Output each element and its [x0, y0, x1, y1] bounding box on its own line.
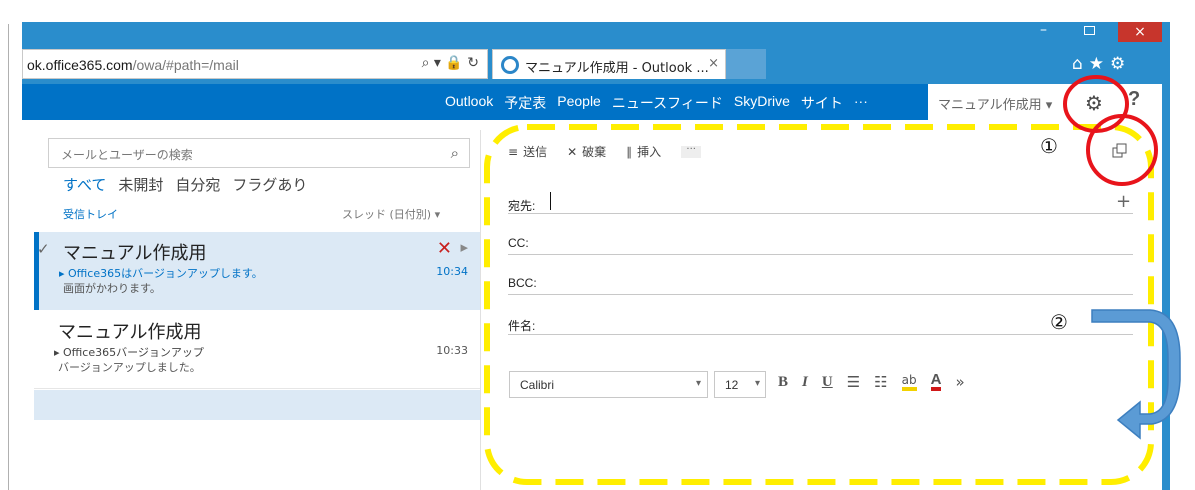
paperclip-icon: ∥	[626, 144, 633, 159]
mail-sender: マニュアル作成用	[63, 243, 207, 264]
to-label: 宛先:	[508, 199, 536, 213]
underline-button[interactable]: U	[822, 374, 833, 391]
insert-button[interactable]: ∥ 挿入	[626, 143, 661, 160]
settings-area	[1064, 84, 1162, 120]
annotation-marker-2: ②	[1050, 310, 1068, 334]
ie-icon	[501, 56, 519, 74]
filter-all[interactable]: すべて	[63, 174, 106, 195]
mail-preview: 画面がかわります。	[63, 282, 161, 295]
chevron-down-icon: ▾	[695, 378, 701, 389]
discard-label: 破棄	[582, 145, 607, 159]
font-select[interactable]: Calibri ▾	[509, 371, 708, 398]
subject-label: 件名:	[508, 319, 536, 333]
to-field[interactable]	[508, 213, 1133, 214]
numbering-icon[interactable]: ☷	[874, 373, 887, 391]
address-bar[interactable]: ok.office365.com/owa/#path=/mail ⌕ ▾ 🔒 ↻	[22, 49, 488, 79]
new-tab-button[interactable]	[726, 49, 766, 79]
popout-icon[interactable]	[1112, 142, 1128, 158]
compose-toolbar: ≡ 送信 ✕ 破棄 ∥ 挿入 ···	[508, 143, 702, 160]
nav-item-outlook[interactable]: Outlook	[445, 93, 493, 113]
address-text[interactable]: ok.office365.com/owa/#path=/mail	[27, 57, 239, 73]
subject-field[interactable]	[508, 334, 1133, 335]
tab-close-icon[interactable]: ×	[708, 56, 719, 71]
highlight-icon[interactable]: ab	[901, 373, 917, 391]
sort-dropdown[interactable]: スレッド (日付別) ▾	[342, 206, 440, 222]
font-name: Calibri	[520, 378, 555, 392]
bold-button[interactable]: B	[778, 374, 788, 391]
mail-preview: バージョンアップしました。	[58, 361, 201, 374]
mail-subject: ▸ Office365バージョンアップ	[54, 346, 204, 359]
mail-time: 10:33	[436, 344, 468, 357]
folder-name[interactable]: 受信トレイ	[63, 206, 118, 222]
add-recipient-button[interactable]: +	[1116, 191, 1131, 212]
nav-items: Outlook 予定表 People ニュースフィード SkyDrive サイト…	[445, 93, 868, 113]
mail-subject: ▸ Office365はバージョンアップします。	[59, 267, 263, 280]
more-button[interactable]: ···	[681, 144, 702, 158]
discard-button[interactable]: ✕ 破棄	[567, 143, 606, 160]
font-size-select[interactable]: 12 ▾	[714, 371, 766, 398]
font-color-icon[interactable]: A	[930, 372, 942, 391]
nav-item-skydrive[interactable]: SkyDrive	[734, 93, 790, 113]
more-format-icon[interactable]: »	[955, 373, 964, 391]
help-icon[interactable]: ?	[1128, 88, 1140, 111]
send-button[interactable]: ≡ 送信	[508, 143, 547, 160]
address-tools-icon[interactable]: ⌕ ▾ 🔒 ↻	[422, 55, 479, 71]
chevron-down-icon: ▾	[754, 378, 760, 389]
italic-button[interactable]: I	[802, 374, 808, 391]
minimize-button[interactable]: –	[1040, 22, 1047, 38]
user-menu[interactable]: マニュアル作成用 ▾	[928, 84, 1064, 120]
font-size: 12	[725, 378, 739, 392]
search-placeholder: メールとユーザーの検索	[61, 148, 193, 162]
cc-field[interactable]	[508, 254, 1133, 255]
search-input[interactable]: メールとユーザーの検索 ⌕	[48, 138, 470, 168]
list-item[interactable]: マニュアル作成用 ▸ Office365バージョンアップ バージョンアップしまし…	[34, 311, 480, 389]
bcc-label: BCC:	[508, 276, 537, 290]
insert-label: 挿入	[637, 145, 662, 159]
search-icon[interactable]: ⌕	[451, 144, 459, 162]
cc-label: CC:	[508, 236, 529, 250]
list-item[interactable]: ✓ マニュアル作成用 ▸ Office365はバージョンアップします。 画面がか…	[34, 232, 480, 310]
check-icon: ✓	[37, 240, 50, 258]
text-caret	[550, 192, 551, 210]
nav-item-people[interactable]: People	[557, 93, 601, 113]
nav-item-newsfeed[interactable]: ニュースフィード	[612, 93, 723, 113]
tab-title[interactable]: マニュアル作成用 - Outlook ...	[525, 57, 709, 76]
send-icon: ≡	[508, 144, 519, 159]
send-label: 送信	[523, 145, 548, 159]
browser-tab[interactable]: マニュアル作成用 - Outlook ... ×	[492, 49, 726, 79]
user-name[interactable]: マニュアル作成用 ▾	[938, 94, 1052, 113]
nav-item-calendar[interactable]: 予定表	[504, 93, 546, 113]
home-favorites-tools-icon[interactable]: ⌂★⚙	[1072, 54, 1131, 74]
gear-icon[interactable]: ⚙	[1085, 91, 1103, 115]
list-item-partial[interactable]	[34, 390, 480, 420]
mail-sender: マニュアル作成用	[58, 322, 202, 343]
flag-icon[interactable]: ▸	[460, 238, 468, 256]
format-toolbar: B I U ☰ ☷ ab A »	[778, 372, 965, 391]
filter-unread[interactable]: 未開封	[118, 174, 163, 195]
nav-item-sites[interactable]: サイト	[801, 93, 843, 113]
delete-icon[interactable]: ✕	[437, 238, 452, 259]
bcc-field[interactable]	[508, 294, 1133, 295]
window-border	[8, 24, 9, 490]
nav-item-more[interactable]: ···	[854, 93, 868, 113]
close-window-button[interactable]: ×	[1118, 22, 1162, 42]
filter-flagged[interactable]: フラグあり	[232, 174, 307, 195]
annotation-marker-1: ①	[1040, 134, 1058, 158]
yellow-dashed-frame	[484, 124, 1154, 485]
mail-filters: すべて 未開封 自分宛 フラグあり	[63, 174, 307, 195]
filter-to-me[interactable]: 自分宛	[175, 174, 220, 195]
pane-divider	[480, 130, 481, 490]
window-border-right	[1162, 22, 1170, 490]
discard-icon: ✕	[567, 144, 578, 159]
bullets-icon[interactable]: ☰	[847, 373, 860, 391]
maximize-button[interactable]	[1084, 26, 1095, 35]
mail-time: 10:34	[436, 265, 468, 278]
